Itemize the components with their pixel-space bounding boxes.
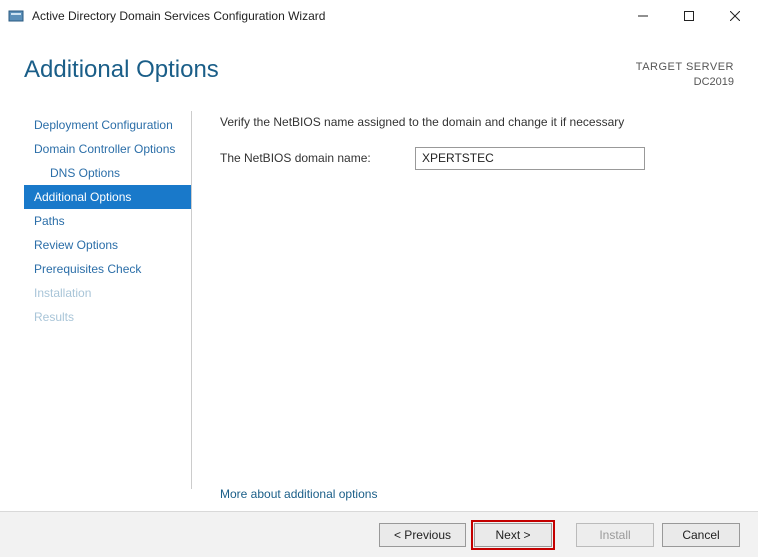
minimize-button[interactable] [620,0,666,32]
maximize-button[interactable] [666,0,712,32]
app-icon [8,8,24,24]
netbios-field-row: The NetBIOS domain name: [220,147,734,170]
netbios-label: The NetBIOS domain name: [220,151,415,165]
previous-button[interactable]: < Previous [379,523,466,547]
page-title: Additional Options [24,56,636,84]
cancel-button[interactable]: Cancel [662,523,740,547]
sidebar-item-installation: Installation [24,281,191,305]
sidebar-item-domain-controller-options[interactable]: Domain Controller Options [24,137,191,161]
netbios-input[interactable] [415,147,645,170]
more-about-link[interactable]: More about additional options [220,487,377,501]
footer: < Previous Next > Install Cancel [0,511,758,557]
sidebar-item-prerequisites-check[interactable]: Prerequisites Check [24,257,191,281]
window-title: Active Directory Domain Services Configu… [32,9,620,23]
sidebar-item-paths[interactable]: Paths [24,209,191,233]
header: Additional Options TARGET SERVER DC2019 [0,32,758,99]
close-button[interactable] [712,0,758,32]
sidebar-item-results: Results [24,305,191,329]
target-server-value: DC2019 [636,75,734,90]
sidebar-item-dns-options[interactable]: DNS Options [24,161,191,185]
sidebar-item-additional-options[interactable]: Additional Options [24,185,191,209]
install-button[interactable]: Install [576,523,654,547]
main-panel: Verify the NetBIOS name assigned to the … [192,111,734,489]
next-button[interactable]: Next > [474,523,552,547]
content: Deployment ConfigurationDomain Controlle… [0,99,758,489]
titlebar: Active Directory Domain Services Configu… [0,0,758,32]
target-server-box: TARGET SERVER DC2019 [636,60,734,91]
sidebar-item-deployment-configuration[interactable]: Deployment Configuration [24,113,191,137]
target-server-label: TARGET SERVER [636,60,734,75]
sidebar-item-review-options[interactable]: Review Options [24,233,191,257]
sidebar: Deployment ConfigurationDomain Controlle… [24,111,192,489]
window-controls [620,0,758,32]
instruction-text: Verify the NetBIOS name assigned to the … [220,115,734,129]
